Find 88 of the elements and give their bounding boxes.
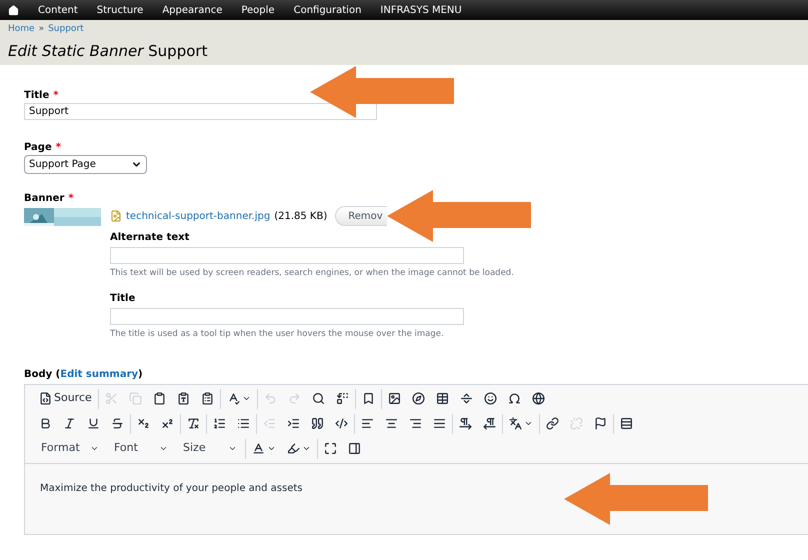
field-label: ): [138, 368, 143, 382]
bold-icon: [39, 417, 52, 430]
combo-box[interactable]: Format: [35, 438, 105, 458]
align-justify-icon: [433, 417, 446, 430]
rows-icon: [620, 417, 633, 430]
nav-link[interactable]: People: [241, 2, 275, 18]
search-icon: [312, 392, 325, 405]
caret-icon: [159, 444, 168, 453]
align-left-icon: [361, 417, 374, 430]
numbered-list-icon: [213, 417, 226, 430]
italic-icon: [63, 417, 76, 430]
link-icon: [546, 417, 559, 430]
caret-icon: [228, 444, 237, 453]
breadcrumb-link[interactable]: Support: [48, 23, 84, 36]
nav-link[interactable]: Structure: [96, 2, 144, 18]
file-icon: [110, 210, 122, 222]
nav-link[interactable]: Configuration: [294, 2, 362, 18]
combo-box[interactable]: Size: [177, 438, 243, 458]
image-icon: [388, 392, 401, 405]
nav-link[interactable]: Appearance: [162, 2, 222, 18]
remove-format-icon: [187, 417, 200, 430]
unlink-icon: [570, 417, 583, 430]
underline-icon: [87, 417, 100, 430]
superscript-icon: [161, 417, 174, 430]
body-text: Maximize the productivity of your people and assets: [40, 482, 304, 496]
caret-icon: [90, 444, 99, 453]
field-label: Banner *: [24, 192, 75, 206]
edit-summary-link[interactable]: Edit summary: [60, 366, 138, 382]
quote-icon: [311, 417, 324, 430]
page-select[interactable]: Support Page: [24, 155, 147, 174]
highlight-icon: [287, 442, 300, 455]
strikethrough-icon: [111, 417, 124, 430]
field-label: Alternate text: [110, 231, 190, 245]
rtl-icon: [483, 417, 496, 430]
align-right-icon: [409, 417, 422, 430]
field-description: This text will be used by screen readers, search engines, or when the image cannot be loaded.: [110, 267, 515, 280]
field-description: The title is used as a tool tip when the user hovers the mouse over the image.: [110, 328, 445, 340]
home-icon[interactable]: [8, 4, 19, 16]
breadcrumb-separator: »: [38, 23, 44, 36]
copy-icon: [128, 392, 142, 405]
undo-icon: [264, 392, 277, 405]
ltr-icon: [459, 417, 472, 430]
bullet-list-icon: [237, 417, 250, 430]
required-marker: *: [56, 142, 61, 153]
file-size: (21.85 KB): [274, 210, 328, 224]
horizontal-line-icon: [460, 392, 473, 405]
globe-icon: [532, 392, 545, 405]
indent-icon: [287, 417, 300, 430]
paste-text-icon: [176, 392, 190, 405]
paste-icon: [152, 392, 166, 405]
omega-icon: [508, 392, 521, 405]
image-title-input[interactable]: [110, 308, 464, 325]
required-marker: *: [53, 90, 58, 101]
breadcrumb-link[interactable]: Home: [8, 23, 35, 36]
page-title: Edit Static Banner Support: [8, 40, 208, 62]
combo-box[interactable]: Font: [108, 438, 174, 458]
alt-text-input[interactable]: [110, 247, 464, 264]
cut-icon: [104, 392, 118, 405]
required-marker: *: [68, 193, 74, 204]
title-input[interactable]: Support: [24, 103, 377, 120]
editor-content[interactable]: Maximize the productivity of your people and assets: [25, 464, 808, 534]
code-icon: [335, 417, 348, 430]
outdent-icon: [263, 417, 276, 430]
table-icon: [436, 392, 449, 405]
nav-link[interactable]: Content: [38, 2, 78, 18]
maximize-icon: [324, 442, 337, 455]
spellcheck-icon: [226, 392, 240, 405]
bookmark-icon: [362, 392, 375, 405]
smiley-icon: [484, 392, 497, 405]
text-color-icon: [252, 442, 265, 455]
replace-icon: [336, 392, 349, 405]
nav-link[interactable]: INFRASYS MENU: [380, 2, 462, 18]
redo-icon: [288, 392, 301, 405]
toolbar-button[interactable]: Source: [35, 388, 96, 408]
field-label: Title: [110, 292, 136, 306]
remove-button[interactable]: Remov: [335, 206, 387, 226]
align-center-icon: [385, 417, 398, 430]
paste-word-icon: [200, 392, 214, 405]
show-blocks-icon: [348, 442, 361, 455]
source-icon: [39, 392, 52, 405]
flag-icon: [594, 417, 607, 430]
field-label: Page *: [24, 141, 62, 155]
field-label: Body (: [24, 368, 60, 382]
field-label: Title *: [24, 89, 60, 103]
language-icon: [509, 417, 522, 430]
subscript-icon: [137, 417, 150, 430]
compass-icon: [412, 392, 425, 405]
file-link[interactable]: technical-support-banner.jpg: [126, 208, 270, 224]
